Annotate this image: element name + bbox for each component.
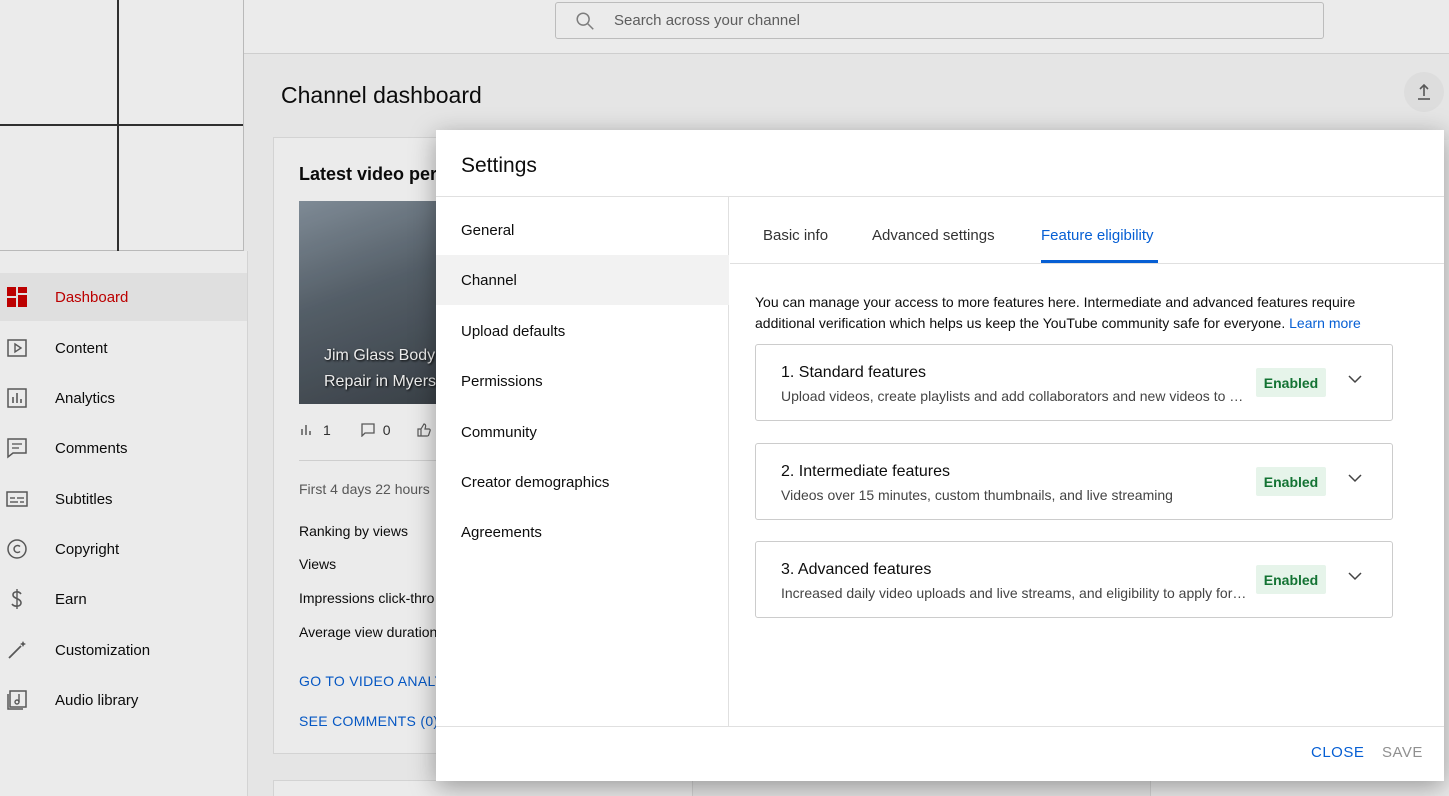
settings-nav-general[interactable]: General xyxy=(436,205,729,255)
settings-dialog: Settings General Channel Upload defaults… xyxy=(436,130,1444,781)
intro-text: You can manage your access to more featu… xyxy=(755,294,1356,331)
settings-nav-agreements[interactable]: Agreements xyxy=(436,507,729,557)
dialog-title: Settings xyxy=(461,154,537,177)
save-button[interactable]: SAVE xyxy=(1382,744,1423,761)
tab-basic-info[interactable]: Basic info xyxy=(763,227,828,244)
settings-tabs: Basic info Advanced settings Feature eli… xyxy=(730,197,1444,264)
feature-title: 1. Standard features xyxy=(781,364,926,381)
learn-more-link[interactable]: Learn more xyxy=(1289,315,1361,331)
close-button[interactable]: CLOSE xyxy=(1311,744,1364,761)
status-badge: Enabled xyxy=(1256,565,1326,594)
status-badge: Enabled xyxy=(1256,368,1326,397)
settings-nav: General Channel Upload defaults Permissi… xyxy=(436,197,729,726)
active-tab-indicator xyxy=(1041,260,1158,263)
feature-advanced[interactable]: 3. Advanced features Increased daily vid… xyxy=(755,541,1393,618)
feature-description: Upload videos, create playlists and add … xyxy=(781,388,1248,404)
feature-standard[interactable]: 1. Standard features Upload videos, crea… xyxy=(755,344,1393,421)
settings-nav-channel[interactable]: Channel xyxy=(436,255,729,305)
tab-feature-eligibility[interactable]: Feature eligibility xyxy=(1041,227,1154,244)
feature-title: 2. Intermediate features xyxy=(781,463,950,480)
status-badge: Enabled xyxy=(1256,467,1326,496)
feature-eligibility-intro: You can manage your access to more featu… xyxy=(755,292,1395,334)
chevron-down-icon[interactable] xyxy=(1346,469,1364,487)
settings-nav-community[interactable]: Community xyxy=(436,407,729,457)
feature-description: Videos over 15 minutes, custom thumbnail… xyxy=(781,487,1173,503)
feature-description: Increased daily video uploads and live s… xyxy=(781,585,1248,601)
feature-title: 3. Advanced features xyxy=(781,561,932,578)
tab-advanced-settings[interactable]: Advanced settings xyxy=(872,227,995,244)
settings-nav-creator-demographics[interactable]: Creator demographics xyxy=(436,457,729,507)
settings-nav-permissions[interactable]: Permissions xyxy=(436,356,729,406)
chevron-down-icon[interactable] xyxy=(1346,370,1364,388)
settings-nav-upload-defaults[interactable]: Upload defaults xyxy=(436,306,729,356)
feature-intermediate[interactable]: 2. Intermediate features Videos over 15 … xyxy=(755,443,1393,520)
chevron-down-icon[interactable] xyxy=(1346,567,1364,585)
